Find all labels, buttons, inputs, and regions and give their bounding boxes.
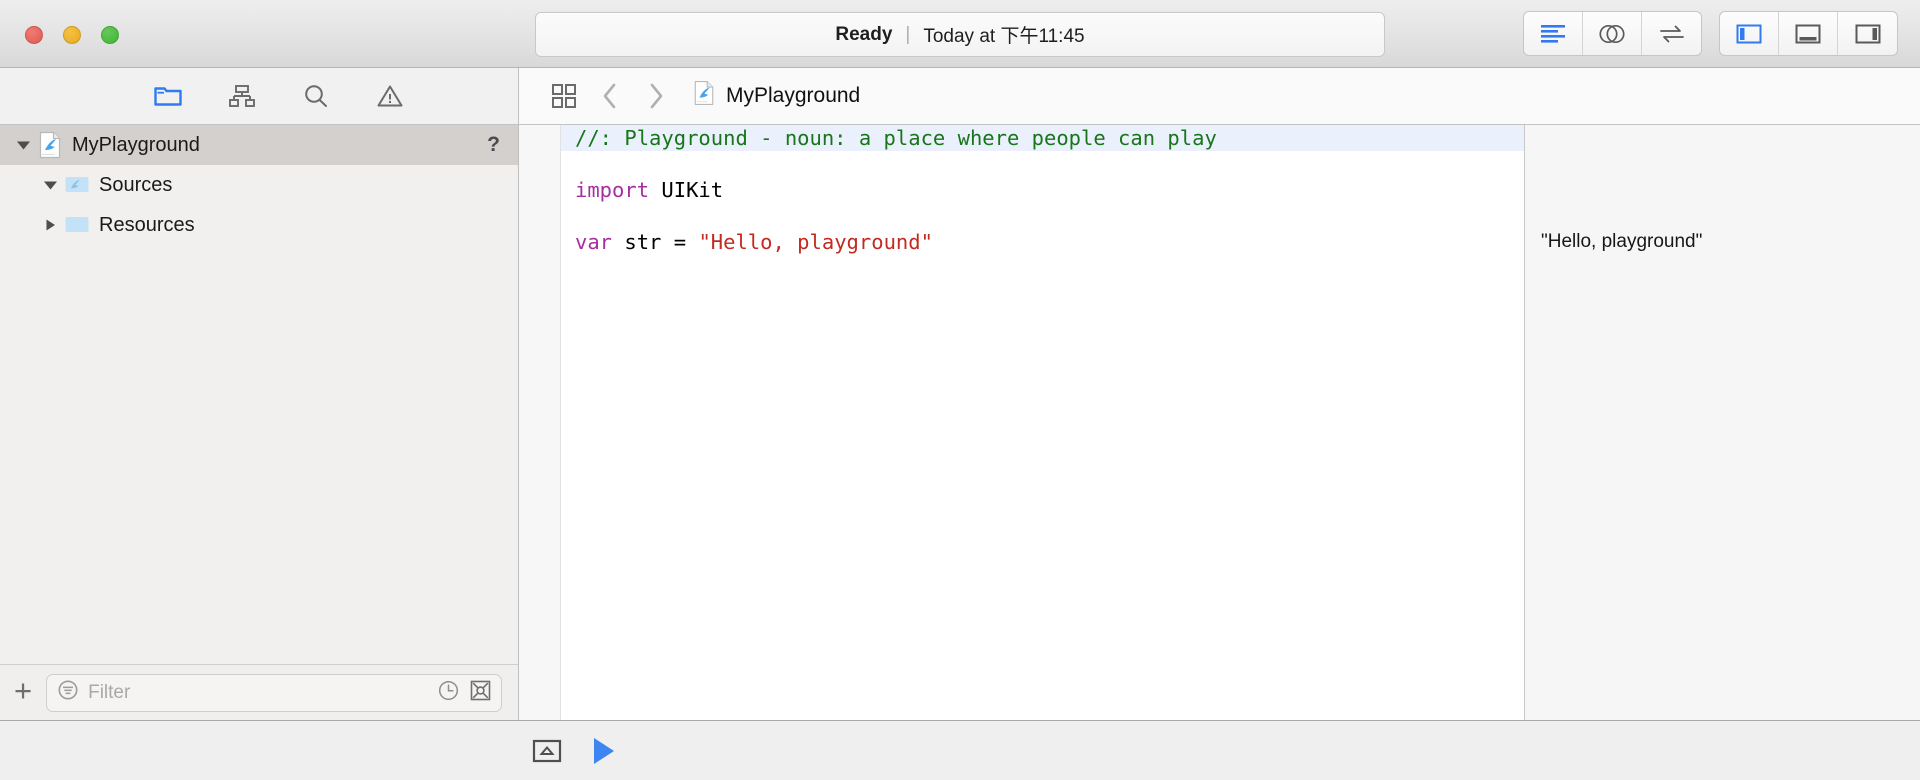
code-line[interactable] [561,203,1524,229]
console-panel-icon [532,739,562,762]
code-line[interactable]: import UIKit [561,177,1524,203]
traffic-light-group [25,26,119,44]
code-token-plain: UIKit [649,178,724,202]
code-line[interactable] [561,151,1524,177]
code-token-comment: //: Playground - noun: a place where peo… [575,126,1217,150]
navigator-filter-bar: + Filter [0,664,518,720]
tree-row-myplayground[interactable]: MyPlayground ? [0,125,518,165]
minimize-window-button[interactable] [63,26,81,44]
right-panel-icon [1855,24,1880,43]
search-icon [305,85,327,107]
status-separator: | [905,23,911,45]
code-token-keyword: var [575,230,613,254]
swift-playground-file-icon [36,131,64,159]
tree-row-resources[interactable]: Resources [0,205,518,245]
grid-squares-icon [552,84,576,108]
project-tree: MyPlayground ? Sources Resources [0,125,518,664]
activity-status-bar[interactable]: Ready | Today at 下午11:45 [535,12,1385,57]
standard-editor-button[interactable] [1524,12,1583,55]
warning-icon [377,85,403,107]
execute-playground-button[interactable] [590,736,618,766]
lines-icon [1541,24,1565,43]
navigator-panel: MyPlayground ? Sources Resources + Filte… [0,68,519,720]
bottom-panel-icon [1795,24,1821,43]
tree-label-myplayground: MyPlayground [72,133,200,156]
close-window-button[interactable] [25,26,43,44]
code-token-plain: str = [612,230,699,254]
folder-blue-icon [63,213,91,237]
status-time-label: Today at 下午11:45 [923,26,1085,47]
navigate-back-button[interactable] [587,76,633,116]
editor-panel: MyPlayground //: Playground - noun: a pl… [519,68,1920,720]
editor-body: //: Playground - noun: a place where peo… [519,125,1920,720]
code-token-keyword: import [575,178,650,202]
assistant-editor-button[interactable] [1583,12,1642,55]
toggle-debug-area-button[interactable] [1779,12,1838,55]
filter-input[interactable]: Filter [46,673,502,712]
tree-label-sources: Sources [99,173,173,196]
navigate-forward-button[interactable] [633,76,679,116]
left-panel-icon [1736,24,1762,43]
source-control-icon[interactable] [469,679,492,707]
play-triangle-icon [594,737,614,764]
add-file-button[interactable]: + [14,675,32,710]
status-content: Ready | Today at 下午11:45 [835,21,1084,48]
disclosure-triangle-right-icon[interactable] [37,218,63,232]
disclosure-triangle-down-icon[interactable] [37,178,63,192]
toggle-console-button[interactable] [532,738,562,764]
chevron-left-icon [603,83,616,109]
hierarchy-icon [229,85,255,107]
recent-clock-icon[interactable] [437,679,460,707]
editor-gutter[interactable] [519,125,561,720]
version-editor-button[interactable] [1642,12,1701,55]
disclosure-triangle-down-icon[interactable] [10,138,36,152]
toggle-navigator-button[interactable] [1720,12,1779,55]
navigator-tab-bar [0,68,518,125]
playground-results-sidebar: "Hello, playground" [1524,125,1920,720]
filter-icon [57,679,79,706]
folder-icon [154,87,182,106]
chevron-right-icon [650,83,663,109]
project-navigator-tab[interactable] [153,81,183,111]
main-content-area: MyPlayground ? Sources Resources + Filte… [0,68,1920,720]
tree-row-sources[interactable]: Sources [0,165,518,205]
toolbar-right-controls [1523,11,1898,56]
debug-bar [0,720,1920,780]
toggle-utilities-button[interactable] [1838,12,1897,55]
result-value[interactable]: "Hello, playground" [1541,229,1702,255]
swift-playground-file-icon [693,80,715,112]
venn-circles-icon [1599,24,1625,43]
code-line[interactable]: var str = "Hello, playground" [561,229,1524,255]
filter-placeholder-label: Filter [88,681,131,703]
symbol-navigator-tab[interactable] [227,81,257,111]
status-state-label: Ready [835,23,893,45]
tree-badge-myplayground[interactable]: ? [487,133,500,157]
window-toolbar: Ready | Today at 下午11:45 [0,0,1920,68]
editor-mode-segmented-control [1523,11,1702,56]
swap-arrows-icon [1659,25,1684,42]
find-navigator-tab[interactable] [301,81,331,111]
code-line[interactable]: //: Playground - noun: a place where peo… [561,125,1524,151]
swift-folder-icon [63,173,91,197]
jump-bar-breadcrumb[interactable]: MyPlayground [693,80,860,112]
jump-bar-file-name: MyPlayground [726,84,861,107]
jump-bar: MyPlayground [519,68,1920,125]
maximize-window-button[interactable] [101,26,119,44]
panel-toggle-segmented-control [1719,11,1898,56]
code-token-string: "Hello, playground" [698,230,933,254]
related-items-button[interactable] [541,76,587,116]
issue-navigator-tab[interactable] [375,81,405,111]
xcode-playground-window: Ready | Today at 下午11:45 MyPlayground ? … [0,0,1920,780]
source-code-area[interactable]: //: Playground - noun: a place where peo… [561,125,1524,720]
tree-label-resources: Resources [99,213,195,236]
